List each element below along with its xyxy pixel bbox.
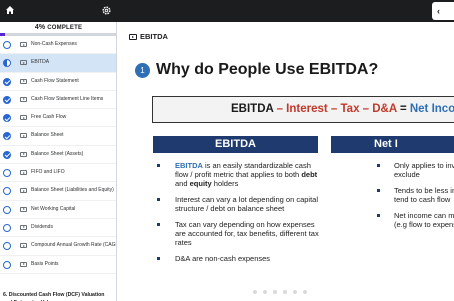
carousel-dot[interactable] [303,290,307,294]
lecture-item[interactable]: FIFO and LIFO [0,164,116,183]
carousel-dot[interactable] [263,290,267,294]
video-icon [129,34,137,40]
net-income-column-header: Net I [331,136,454,153]
ebitda-bullet-1: EBITDA is an easily standardizable cash … [155,161,325,188]
navigation-chevron-icon: ‹ [437,6,440,16]
lecture-item-label: Compound Annual Growth Rate (CAGR) [31,242,117,249]
equity-term: equity [189,179,212,188]
formula-net-income: Net Inco [409,103,454,115]
formula-ebitda: EBITDA [231,103,274,115]
completion-checkbox[interactable] [3,242,11,251]
carousel-dot[interactable] [283,290,287,294]
video-icon [20,115,27,121]
lecture-item-label: Cash Flow Statement [31,77,79,84]
carousel-dot[interactable] [293,290,297,294]
ebitda-bullet-1-text-b: and [175,179,190,188]
formula-equals: = [396,103,410,115]
lecture-item[interactable]: Cash Flow Statement Line Items [0,91,116,110]
app-root: ‹ 4% COMPLETE Non-Cash Expenses EBITDA Cas… [0,0,454,301]
slide-number-badge: 1 [135,63,150,78]
lecture-item-label: Basis Points [31,260,59,267]
lecture-item-label: Free Cash Flow [31,114,67,121]
ebitda-bullet-2: Interest can vary a lot depending on cap… [155,195,325,213]
lecture-item[interactable]: Net Working Capital [0,201,116,219]
progress-label: 4% COMPLETE [0,24,116,31]
completion-checkbox[interactable] [3,95,11,104]
lecture-item[interactable]: Non-Cash Expenses [0,36,116,55]
lecture-item[interactable]: Compound Annual Growth Rate (CAGR) [0,237,117,256]
completion-checkbox[interactable] [3,223,11,232]
top-bar-left [0,0,117,22]
video-icon [20,133,27,139]
video-icon [20,60,27,66]
completion-checkbox[interactable] [3,59,11,68]
completion-checkbox[interactable] [3,150,11,159]
section-title[interactable]: 6. Discounted Cash Flow (DCF) Valuation … [3,291,115,301]
debt-term: debt [301,170,318,179]
ebitda-term: EBITDA [175,161,203,170]
video-icon [20,261,27,267]
ebitda-bullet-3: Tax can vary depending on how expenses a… [155,220,325,247]
formula-box: EBITDA – Interest – Tax – D&A = Net Inco [152,96,454,123]
completion-checkbox[interactable] [3,169,11,178]
completion-checkbox[interactable] [3,41,11,49]
slide-title: Why do People Use EBITDA? [156,61,379,78]
video-icon [20,96,27,102]
lecture-item-label: FIFO and LIFO [31,169,65,176]
lecture-item-label: Balance Sheet (Assets) [31,150,84,157]
lecture-item[interactable]: EBITDA [0,54,116,73]
lecture-item-label: Balance Sheet [31,132,64,139]
lecture-item-label: EBITDA [31,59,50,66]
lecture-item[interactable]: Basis Points [0,256,116,274]
completion-checkbox[interactable] [3,77,11,86]
completion-checkbox[interactable] [3,260,11,269]
ebitda-column-header: EBITDA [153,136,318,153]
net-income-bullets: Only applies to investor exclude Tends t… [375,161,454,236]
lecture-item-label: Net Working Capital [31,205,76,212]
completion-checkbox[interactable] [3,187,11,196]
video-icon [20,188,27,194]
completion-checkbox[interactable] [3,205,11,214]
lecture-item-label: Balance Sheet (Liabilities and Equity) [31,187,114,194]
lecture-content: EBITDA 1 Why do People Use EBITDA? EBITD… [117,22,454,301]
formula-deductions: – Interest – Tax – D&A [273,103,397,115]
lecture-item[interactable]: Dividends [0,219,116,238]
lecture-item[interactable]: Balance Sheet [0,127,116,146]
net-income-bullet-1: Only applies to investor exclude [375,161,454,179]
carousel-dots [253,290,307,294]
progress-percent: 4% [34,24,46,31]
video-icon [20,224,27,230]
lecture-item-label: Dividends [31,223,53,230]
completion-checkbox[interactable] [3,132,11,141]
lecture-item[interactable]: Balance Sheet (Liabilities and Equity) [0,182,116,201]
lecture-item-label: Cash Flow Statement Line Items [31,95,104,102]
lecture-item[interactable]: Free Cash Flow [0,109,116,128]
top-bar: ‹ [0,0,454,22]
lecture-item[interactable]: Balance Sheet (Assets) [0,146,116,165]
carousel-dot[interactable] [253,290,257,294]
progress-text: COMPLETE [47,25,83,31]
lecture-item-label: Non-Cash Expenses [31,41,77,47]
ebitda-bullets: EBITDA is an easily standardizable cash … [155,161,325,270]
net-income-bullet-2: Tends to be less investors tend to cash … [375,186,454,204]
video-icon [20,170,27,176]
completion-checkbox[interactable] [3,114,11,123]
lecture-item[interactable]: Cash Flow Statement [0,73,116,91]
video-icon [20,151,27,157]
lecture-list: Non-Cash Expenses EBITDA Cash Flow Stateme… [0,36,117,274]
video-icon [20,243,27,249]
home-icon[interactable] [5,5,15,15]
ebitda-bullet-1-text-c: holders [211,179,239,188]
video-icon [20,206,27,212]
course-sidebar: 4% COMPLETE Non-Cash Expenses EBITDA Cash … [0,22,117,301]
lecture-title: EBITDA [140,32,168,41]
gear-icon[interactable] [101,5,112,16]
video-icon [20,42,27,47]
net-income-bullet-3: Net income can manipulated (e.g flow to … [375,211,454,229]
navigation-button[interactable]: ‹ [432,2,454,20]
carousel-dot[interactable] [273,290,277,294]
ebitda-bullet-4: D&A are non-cash expenses [155,254,325,263]
video-icon [20,78,27,84]
